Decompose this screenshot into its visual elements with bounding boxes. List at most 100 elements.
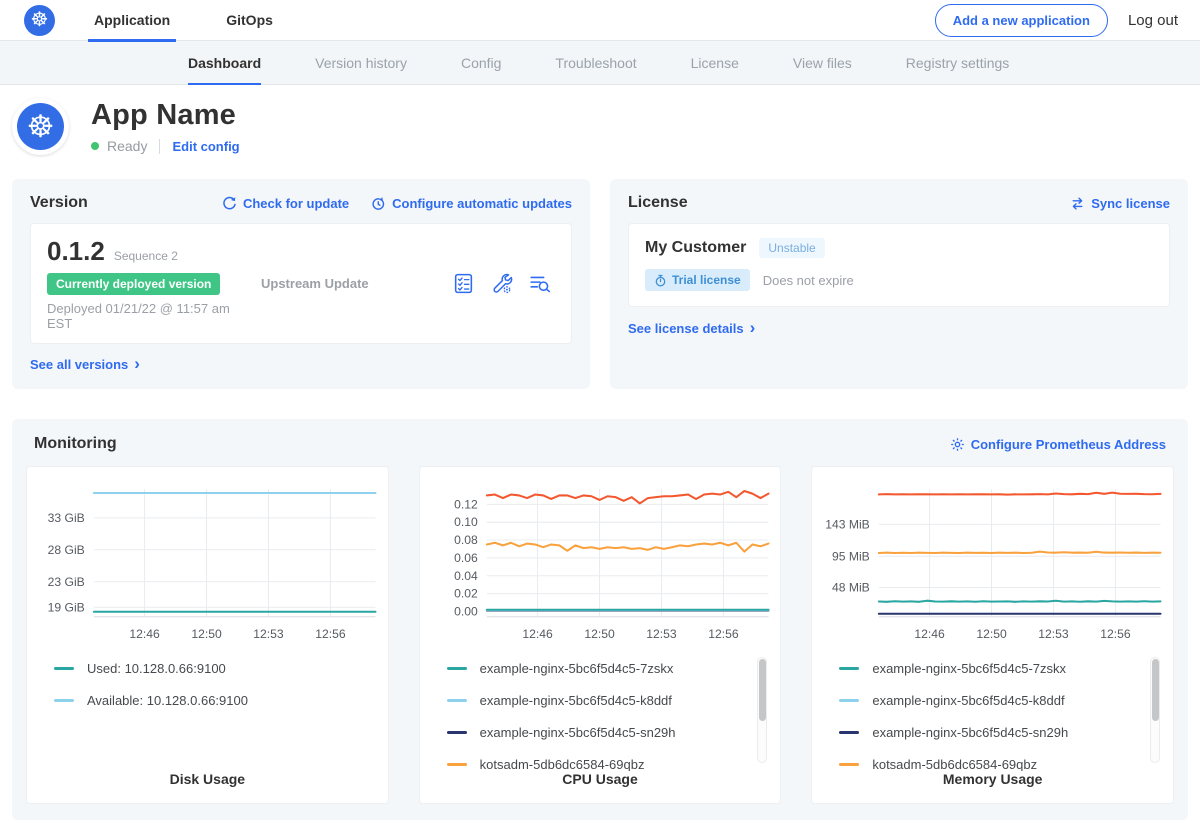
clock-refresh-icon <box>371 196 386 211</box>
license-card: License Sync license My Customer Unstabl… <box>610 179 1188 389</box>
chart-title: Memory Usage <box>812 771 1173 787</box>
topnav-tab-gitops[interactable]: GitOps <box>220 0 279 41</box>
svg-text:33 GiB: 33 GiB <box>48 511 85 525</box>
subnav-tab-config[interactable]: Config <box>461 41 501 84</box>
chart-title: Disk Usage <box>27 771 388 787</box>
legend-label: Available: 10.128.0.66:9100 <box>87 693 248 708</box>
legend-item[interactable]: Available: 10.128.0.66:9100 <box>54 693 354 708</box>
topnav-tab-application[interactable]: Application <box>88 0 176 41</box>
deployed-timestamp: Deployed 01/21/22 @ 11:57 am EST <box>47 301 247 331</box>
add-application-button[interactable]: Add a new application <box>935 4 1108 37</box>
subnav-tab-version-history[interactable]: Version history <box>315 41 407 84</box>
svg-text:12:56: 12:56 <box>1101 627 1132 641</box>
svg-text:0.12: 0.12 <box>454 497 478 511</box>
svg-text:0.00: 0.00 <box>454 604 478 618</box>
upstream-update-label: Upstream Update <box>247 276 452 291</box>
svg-text:0.08: 0.08 <box>454 533 478 547</box>
configure-prometheus-link[interactable]: Configure Prometheus Address <box>950 437 1166 452</box>
legend-item[interactable]: example-nginx-5bc6f5d4c5-sn29h <box>839 725 1139 740</box>
subnav-tab-registry-settings[interactable]: Registry settings <box>906 41 1009 84</box>
app-logo-icon: ☸ <box>12 98 69 155</box>
current-version-panel: 0.1.2 Sequence 2 Currently deployed vers… <box>30 223 572 344</box>
trial-license-badge: Trial license <box>645 269 750 291</box>
monitoring-title: Monitoring <box>34 435 117 453</box>
configure-automatic-updates-label: Configure automatic updates <box>392 196 572 211</box>
see-license-details-link[interactable]: See license details › <box>628 320 755 337</box>
app-header: ☸ App Name Ready Edit config <box>0 85 1200 170</box>
svg-text:12:56: 12:56 <box>315 627 346 641</box>
see-all-versions-label: See all versions <box>30 357 128 372</box>
topnav-right: Add a new application Log out <box>935 4 1200 37</box>
view-files-search-icon[interactable] <box>528 272 551 295</box>
svg-text:143 MiB: 143 MiB <box>826 517 871 531</box>
see-license-details-label: See license details <box>628 321 744 336</box>
version-card: Version Check for update Configure autom… <box>12 179 590 389</box>
monitoring-section: Monitoring Configure Prometheus Address … <box>12 419 1188 820</box>
subnav-tab-license[interactable]: License <box>691 41 739 84</box>
svg-text:12:50: 12:50 <box>191 627 222 641</box>
svg-text:0.06: 0.06 <box>454 551 478 565</box>
legend-scrollbar[interactable] <box>757 657 767 763</box>
gear-icon <box>950 437 965 452</box>
kubernetes-wheel-icon: ☸ <box>17 103 64 150</box>
configure-prometheus-label: Configure Prometheus Address <box>971 437 1166 452</box>
sync-license-label: Sync license <box>1091 196 1170 211</box>
svg-text:0.10: 0.10 <box>454 515 478 529</box>
disk-usage-chart-card: 12:4612:5012:5312:5633 GiB28 GiB23 GiB19… <box>26 466 389 804</box>
legend-item[interactable]: example-nginx-5bc6f5d4c5-7zskx <box>447 661 747 676</box>
config-wrench-icon[interactable] <box>490 272 513 295</box>
license-expiry: Does not expire <box>763 273 854 288</box>
legend-color-dash <box>447 667 467 670</box>
logout-link[interactable]: Log out <box>1128 12 1178 29</box>
license-panel: My Customer Unstable Trial license Does … <box>628 223 1170 307</box>
configure-automatic-updates-link[interactable]: Configure automatic updates <box>371 196 572 211</box>
svg-text:12:50: 12:50 <box>977 627 1008 641</box>
legend-item[interactable]: example-nginx-5bc6f5d4c5-k8ddf <box>447 693 747 708</box>
preflight-checks-icon[interactable] <box>452 272 475 295</box>
svg-text:0.02: 0.02 <box>454 587 478 601</box>
currently-deployed-badge: Currently deployed version <box>47 273 220 295</box>
legend-label: example-nginx-5bc6f5d4c5-7zskx <box>480 661 674 676</box>
legend-color-dash <box>839 699 859 702</box>
legend-item[interactable]: example-nginx-5bc6f5d4c5-7zskx <box>839 661 1139 676</box>
legend-scrollbar[interactable] <box>1150 657 1160 763</box>
disk-usage-plot: 12:4612:5012:5312:5633 GiB28 GiB23 GiB19… <box>27 477 388 649</box>
version-number: 0.1.2 <box>47 236 105 267</box>
legend-item[interactable]: Used: 10.128.0.66:9100 <box>54 661 354 676</box>
svg-text:12:53: 12:53 <box>253 627 284 641</box>
legend-color-dash <box>54 699 74 702</box>
legend-item[interactable]: example-nginx-5bc6f5d4c5-sn29h <box>447 725 747 740</box>
subnav-tab-view-files[interactable]: View files <box>793 41 852 84</box>
legend-item[interactable]: kotsadm-5db6dc6584-69qbz <box>447 757 747 771</box>
cpu-usage-plot: 12:4612:5012:5312:560.120.100.080.060.04… <box>420 477 781 649</box>
dashboard-subnav: Dashboard Version history Config Troublesho… <box>0 41 1200 85</box>
svg-text:48 MiB: 48 MiB <box>832 581 870 595</box>
disk-usage-legend: Used: 10.128.0.66:9100 Available: 10.128.… <box>27 649 388 771</box>
subnav-tab-dashboard[interactable]: Dashboard <box>188 41 261 84</box>
trial-license-label: Trial license <box>672 273 741 287</box>
chevron-right-icon: › <box>750 319 756 336</box>
memory-usage-plot: 12:4612:5012:5312:56143 MiB95 MiB48 MiB <box>812 477 1173 649</box>
legend-item[interactable]: kotsadm-5db6dc6584-69qbz <box>839 757 1139 771</box>
license-card-title: License <box>628 194 688 212</box>
sync-license-link[interactable]: Sync license <box>1070 196 1170 211</box>
edit-config-link[interactable]: Edit config <box>172 139 239 154</box>
sync-arrows-icon <box>1070 196 1085 211</box>
svg-text:12:46: 12:46 <box>522 627 553 641</box>
see-all-versions-link[interactable]: See all versions › <box>30 356 140 373</box>
svg-text:12:46: 12:46 <box>129 627 160 641</box>
legend-color-dash <box>54 667 74 670</box>
svg-text:0.04: 0.04 <box>454 569 478 583</box>
status-dot <box>91 142 99 150</box>
scrollbar-thumb[interactable] <box>759 659 766 721</box>
legend-item[interactable]: example-nginx-5bc6f5d4c5-k8ddf <box>839 693 1139 708</box>
memory-usage-chart-card: 12:4612:5012:5312:56143 MiB95 MiB48 MiBe… <box>811 466 1174 804</box>
legend-label: example-nginx-5bc6f5d4c5-k8ddf <box>872 693 1064 708</box>
scrollbar-thumb[interactable] <box>1152 659 1159 721</box>
topnav-tabs: Application GitOps <box>88 0 323 41</box>
subnav-tab-troubleshoot[interactable]: Troubleshoot <box>555 41 636 84</box>
check-for-update-link[interactable]: Check for update <box>222 196 349 211</box>
timer-icon <box>654 274 667 287</box>
channel-badge: Unstable <box>759 238 824 258</box>
check-for-update-label: Check for update <box>243 196 349 211</box>
